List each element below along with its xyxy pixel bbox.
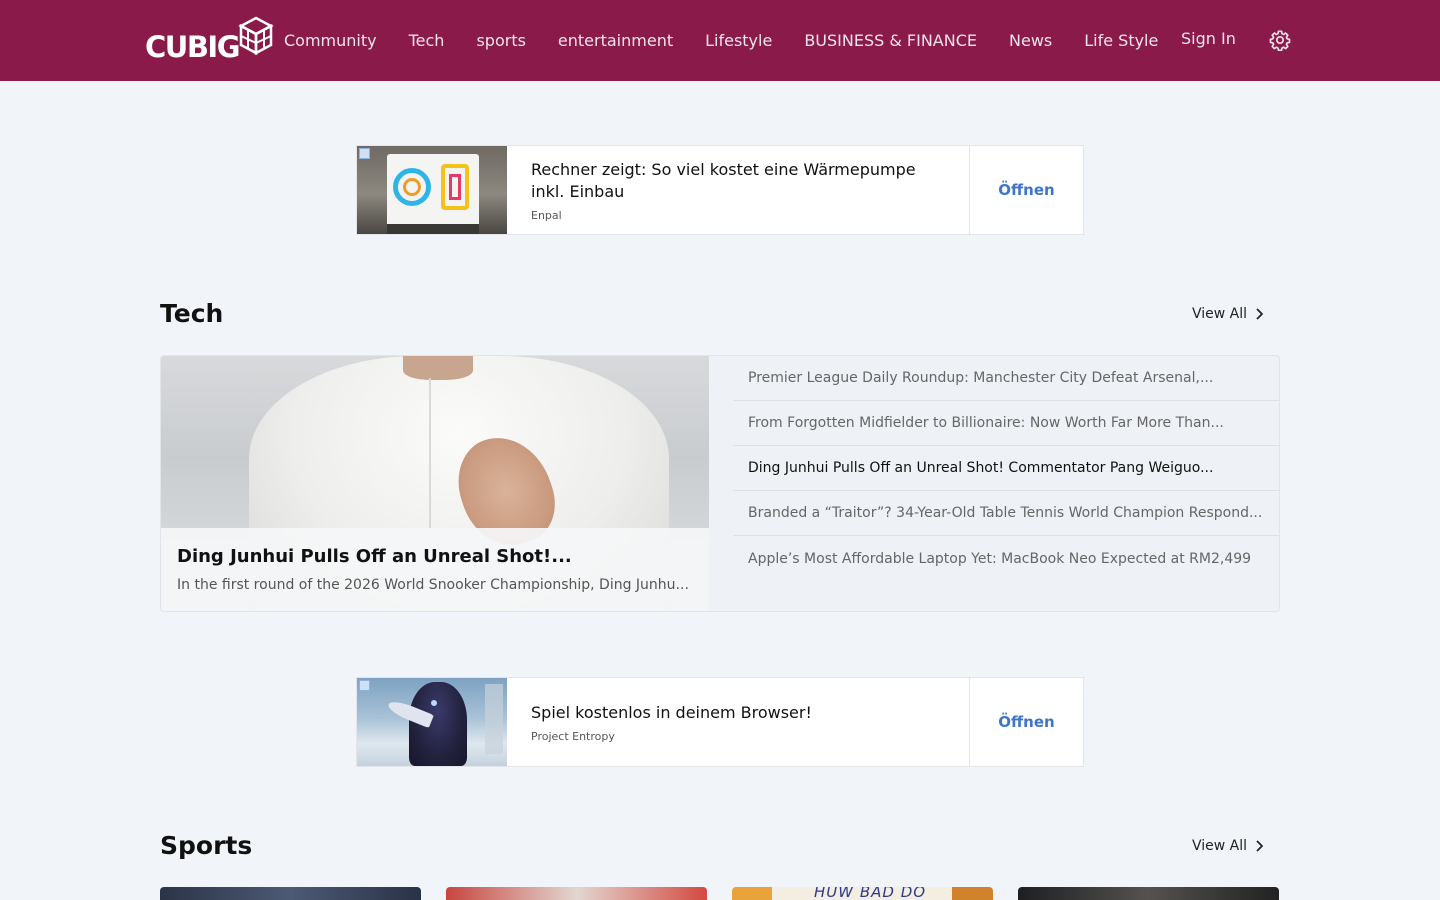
nav-news[interactable]: News xyxy=(993,31,1068,50)
chevron-right-icon xyxy=(1256,308,1264,320)
tech-article-list: Premier League Daily Roundup: Manchester… xyxy=(733,356,1279,581)
ad-banner-1[interactable]: Rechner zeigt: So viel kostet eine Wärme… xyxy=(356,145,1084,235)
sports-card-3-text: HUW BAD DO xyxy=(814,887,927,900)
logo-text: CUBIG xyxy=(145,30,241,64)
section-title-sports: Sports xyxy=(160,831,253,860)
ad-choices-icon[interactable] xyxy=(359,148,370,159)
main-nav: Community Tech sports entertainment Life… xyxy=(268,0,1158,81)
site-logo[interactable]: CUBIG xyxy=(145,16,274,64)
sports-view-all-link[interactable]: View All xyxy=(1192,838,1264,854)
tech-feature-block: Ding Junhui Pulls Off an Unreal Shot!...… xyxy=(160,355,1280,612)
sports-card-4[interactable] xyxy=(1018,887,1279,900)
nav-life-style[interactable]: Life Style xyxy=(1068,31,1158,50)
sports-card-2[interactable] xyxy=(446,887,707,900)
ad-source: Enpal xyxy=(531,208,562,222)
ad-title[interactable]: Rechner zeigt: So viel kostet eine Wärme… xyxy=(531,159,945,203)
sports-card-3[interactable]: HUW BAD DO xyxy=(732,887,993,900)
ad-open-button[interactable]: Öffnen xyxy=(969,678,1083,766)
site-header: CUBIG Community Tech sports entertainmen… xyxy=(0,0,1440,81)
chevron-right-icon xyxy=(1256,840,1264,852)
section-title-tech: Tech xyxy=(160,299,224,328)
ad-image-game[interactable] xyxy=(357,678,507,766)
ad-title[interactable]: Spiel kostenlos in deinem Browser! xyxy=(531,702,945,724)
view-all-label: View All xyxy=(1192,838,1248,854)
ad-image-heat-pump[interactable] xyxy=(357,146,507,234)
view-all-label: View All xyxy=(1192,306,1248,322)
nav-lifestyle[interactable]: Lifestyle xyxy=(689,31,788,50)
nav-community[interactable]: Community xyxy=(268,31,393,50)
gear-icon[interactable] xyxy=(1269,29,1291,51)
list-item[interactable]: From Forgotten Midfielder to Billionaire… xyxy=(733,401,1279,446)
feature-article[interactable]: Ding Junhui Pulls Off an Unreal Shot!...… xyxy=(161,356,709,611)
ad-banner-2[interactable]: Spiel kostenlos in deinem Browser! Proje… xyxy=(356,677,1084,767)
nav-business-finance[interactable]: BUSINESS & FINANCE xyxy=(788,31,993,50)
list-item[interactable]: Apple’s Most Affordable Laptop Yet: MacB… xyxy=(733,536,1279,581)
sign-in-link[interactable]: Sign In xyxy=(1181,29,1236,48)
ad-choices-icon[interactable] xyxy=(359,680,370,691)
nav-sports[interactable]: sports xyxy=(460,31,541,50)
list-item[interactable]: Branded a “Traitor”? 34-Year-Old Table T… xyxy=(733,491,1279,536)
feature-description: In the first round of the 2026 World Sno… xyxy=(177,577,689,593)
ad-source: Project Entropy xyxy=(531,729,615,743)
sports-card-1[interactable] xyxy=(160,887,421,900)
nav-tech[interactable]: Tech xyxy=(393,31,461,50)
feature-title[interactable]: Ding Junhui Pulls Off an Unreal Shot!... xyxy=(177,546,693,567)
nav-entertainment[interactable]: entertainment xyxy=(542,31,689,50)
ad-open-button[interactable]: Öffnen xyxy=(969,146,1083,234)
list-item[interactable]: Premier League Daily Roundup: Manchester… xyxy=(733,356,1279,401)
tech-view-all-link[interactable]: View All xyxy=(1192,306,1264,322)
list-item-active[interactable]: Ding Junhui Pulls Off an Unreal Shot! Co… xyxy=(733,446,1279,491)
